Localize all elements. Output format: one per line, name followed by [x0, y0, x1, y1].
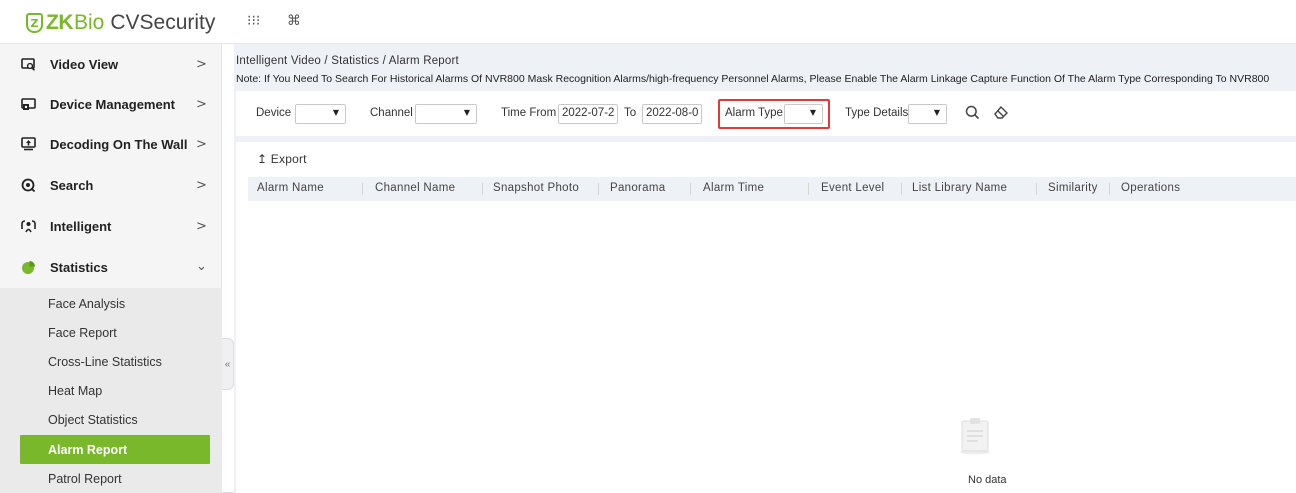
time-to-label: To — [624, 107, 637, 119]
logo-shield-icon: Z — [26, 13, 43, 33]
sidebar-item-decoding-wall[interactable]: Decoding On The Wall > — [0, 124, 222, 164]
logo-zk-text: ZK — [46, 11, 74, 34]
info-note: Note: If You Need To Search For Historic… — [236, 73, 1270, 85]
column-header[interactable]: Alarm Time — [703, 182, 764, 194]
app-logo[interactable]: Z ZK Bio CVSecurity — [26, 10, 215, 36]
empty-clipboard-icon — [960, 418, 990, 455]
column-divider — [1036, 183, 1037, 195]
logo-product-text: CVSecurity — [110, 11, 216, 34]
column-header[interactable]: Event Level — [821, 182, 884, 194]
device-select[interactable]: ▼ — [295, 104, 346, 124]
sidebar-collapse-button[interactable]: « — [222, 338, 234, 390]
chevron-right-icon: > — [196, 136, 207, 152]
chevron-right-icon: > — [196, 56, 207, 72]
column-header[interactable]: Operations — [1121, 182, 1180, 194]
search-button[interactable] — [962, 102, 982, 122]
chevron-right-icon: > — [196, 177, 207, 193]
column-divider — [482, 183, 483, 195]
time-from-label: Time From — [501, 107, 557, 119]
column-divider — [1109, 183, 1110, 195]
grid-apps-icon[interactable]: ⁝⁝⁝ — [247, 13, 260, 29]
no-data-text: No data — [968, 474, 1007, 486]
sidebar-item-label: Device Management — [50, 96, 175, 112]
column-divider — [808, 183, 809, 195]
sidebar-subitem-alarm-report[interactable]: Alarm Report — [20, 435, 210, 464]
export-button[interactable]: ↥ Export — [257, 152, 307, 166]
chevron-right-icon: > — [196, 218, 207, 234]
sidebar-item-label: Statistics — [50, 259, 108, 275]
video-view-icon — [20, 56, 36, 72]
channel-select[interactable]: ▼ — [415, 104, 477, 124]
sidebar-subitem-face-report[interactable]: Face Report — [20, 318, 210, 347]
chevron-down-icon: ⌄ — [196, 259, 207, 274]
type-details-label: Type Details — [845, 107, 909, 119]
type-details-select[interactable]: ▼ — [908, 104, 947, 124]
sidebar-subitem-cross-line-statistics[interactable]: Cross-Line Statistics — [20, 347, 210, 376]
sidebar-item-device-management[interactable]: Device Management > — [0, 84, 222, 124]
column-divider — [690, 183, 691, 195]
device-management-icon — [20, 96, 36, 112]
time-from-input[interactable]: 2022-07-2 — [558, 104, 618, 124]
alarm-type-highlight — [718, 99, 830, 129]
command-icon[interactable]: ⌘ — [287, 13, 301, 29]
caret-down-icon: ▼ — [463, 108, 470, 117]
sidebar-item-video-view[interactable]: Video View > — [0, 44, 222, 84]
column-header[interactable]: Snapshot Photo — [493, 182, 579, 194]
search-menu-icon — [20, 177, 36, 193]
sidebar-item-label: Search — [50, 177, 94, 193]
logo-bio-text: Bio — [74, 11, 105, 34]
eraser-icon — [994, 105, 1008, 119]
clear-filter-button[interactable] — [991, 102, 1011, 122]
column-header[interactable]: Panorama — [610, 182, 665, 194]
sidebar-item-statistics[interactable]: Statistics ⌄ — [0, 247, 222, 287]
channel-label: Channel — [370, 107, 413, 119]
column-divider — [901, 183, 902, 195]
statistics-icon — [20, 259, 36, 275]
column-divider — [362, 183, 363, 195]
sidebar-item-label: Video View — [50, 56, 119, 72]
intelligent-icon — [20, 218, 36, 234]
sidebar-item-intelligent[interactable]: Intelligent > — [0, 206, 222, 246]
caret-down-icon: ▼ — [933, 108, 940, 117]
sidebar-subitem-face-analysis[interactable]: Face Analysis — [20, 289, 210, 318]
search-icon — [965, 105, 979, 119]
chevron-right-icon: > — [196, 96, 207, 112]
sidebar-subitem-object-statistics[interactable]: Object Statistics — [20, 405, 210, 434]
column-header[interactable]: Alarm Name — [257, 182, 324, 194]
sidebar-item-search[interactable]: Search > — [0, 165, 222, 205]
column-header[interactable]: Similarity — [1048, 182, 1098, 194]
device-label: Device — [256, 107, 292, 119]
sidebar-subitem-patrol-report[interactable]: Patrol Report — [20, 464, 210, 493]
sidebar-subitem-heat-map[interactable]: Heat Map — [20, 376, 210, 405]
decoding-wall-icon — [20, 136, 36, 152]
sidebar-item-label: Decoding On The Wall — [50, 136, 188, 152]
time-to-input[interactable]: 2022-08-0 — [642, 104, 702, 124]
caret-down-icon: ▼ — [332, 108, 339, 117]
column-header[interactable]: List Library Name — [912, 182, 1007, 194]
top-bar: Z ZK Bio CVSecurity ⁝⁝⁝ ⌘ — [0, 0, 1296, 44]
breadcrumb: Intelligent Video / Statistics / Alarm R… — [236, 55, 459, 67]
column-header[interactable]: Channel Name — [375, 182, 455, 194]
sidebar-item-label: Intelligent — [50, 218, 112, 234]
column-divider — [598, 183, 599, 195]
